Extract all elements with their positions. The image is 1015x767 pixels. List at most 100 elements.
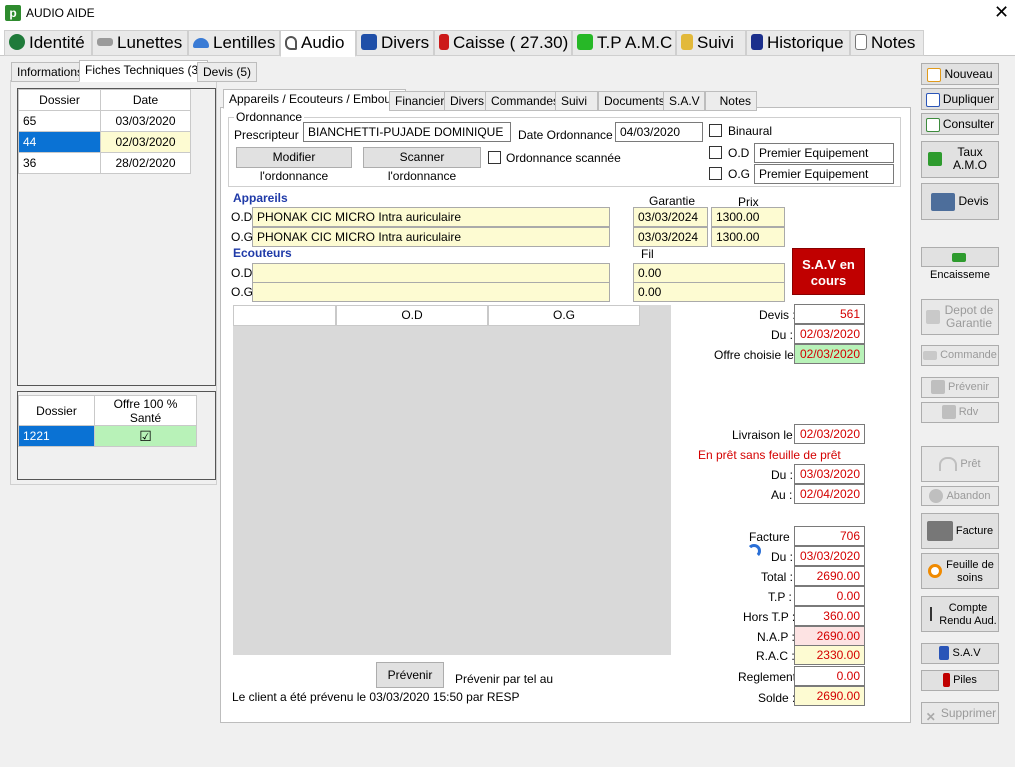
rac-field[interactable]: 2330.00: [794, 645, 865, 665]
prix-og-field[interactable]: 1300.00: [711, 227, 785, 247]
du-field[interactable]: 02/03/2020: [794, 324, 865, 344]
prevenir-button[interactable]: Prévenir: [376, 662, 444, 688]
tab-suivi-inner[interactable]: Suivi: [555, 91, 598, 111]
col-dossier[interactable]: Dossier: [18, 395, 95, 426]
prescripteur-field[interactable]: BIANCHETTI-PUJADE DOMINIQUE: [303, 122, 511, 142]
og-equipement-field[interactable]: Premier Equipement: [754, 164, 894, 184]
taux-amo-button[interactable]: Taux A.M.O: [921, 141, 999, 178]
pret-au-field[interactable]: 02/04/2020: [794, 484, 865, 504]
col-od-header[interactable]: O.D: [336, 305, 488, 326]
tab-sav[interactable]: S.A.V: [663, 91, 705, 111]
tab-appareils[interactable]: Appareils / Ecouteurs / Embouts: [223, 89, 407, 109]
offre-checkbox[interactable]: ☑: [94, 425, 197, 447]
date-ordonnance-field[interactable]: 04/03/2020: [615, 122, 703, 142]
tab-lunettes[interactable]: Lunettes: [92, 30, 188, 56]
date-cell[interactable]: 03/03/2020: [100, 110, 191, 132]
tab-notes-inner[interactable]: Notes: [705, 91, 757, 111]
piles-button[interactable]: Piles: [921, 670, 999, 691]
dossier-cell[interactable]: 1221: [18, 425, 95, 447]
tab-notes[interactable]: Notes: [850, 30, 924, 56]
abandon-button[interactable]: Abandon: [921, 486, 999, 506]
prevenir-side-button[interactable]: Prévenir: [921, 377, 999, 398]
tab-suivi[interactable]: Suivi: [676, 30, 746, 56]
consulter-button[interactable]: Consulter: [921, 113, 999, 135]
tab-fiches-techniques[interactable]: Fiches Techniques (3): [79, 60, 209, 82]
tab-identite[interactable]: Identité: [4, 30, 92, 56]
tab-divers-inner[interactable]: Divers: [444, 91, 491, 111]
offre-choisie-field[interactable]: 02/03/2020: [794, 344, 865, 364]
reglements-field[interactable]: 0.00: [794, 666, 865, 686]
tab-historique[interactable]: Historique: [746, 30, 850, 56]
pret-du-field[interactable]: 03/03/2020: [794, 464, 865, 484]
og-label: O.G: [728, 167, 751, 181]
tab-label: Suivi: [697, 33, 734, 52]
facture-du-field[interactable]: 03/03/2020: [794, 546, 865, 566]
facture-button[interactable]: Facture: [921, 513, 999, 549]
binaural-checkbox[interactable]: [709, 124, 722, 137]
garantie-od-field[interactable]: 03/03/2024: [633, 207, 708, 227]
tab-label: Caisse ( 27.30): [453, 33, 569, 52]
tab-informations[interactable]: Informations: [11, 62, 90, 82]
scanner-ordonnance-button[interactable]: Scanner l'ordonnance: [363, 147, 481, 183]
tab-audio[interactable]: Audio: [280, 30, 356, 57]
appareil-od-field[interactable]: PHONAK CIC MICRO Intra auriculaire: [252, 207, 610, 227]
nouveau-button[interactable]: Nouveau: [921, 63, 999, 85]
hors-tp-field[interactable]: 360.00: [794, 606, 865, 626]
tab-devis[interactable]: Devis (5): [197, 62, 258, 82]
tab-lentilles[interactable]: Lentilles: [188, 30, 280, 56]
nap-field[interactable]: 2690.00: [794, 626, 865, 646]
ecouteur-og-field[interactable]: [252, 282, 610, 302]
col-og-header[interactable]: O.G: [488, 305, 640, 326]
date-cell[interactable]: 02/03/2020: [100, 131, 191, 153]
date-cell[interactable]: 28/02/2020: [100, 152, 191, 174]
supprimer-button[interactable]: ✕ Supprimer: [921, 702, 999, 724]
pret-button[interactable]: Prêt: [921, 446, 999, 482]
fil-od-field[interactable]: 0.00: [633, 263, 785, 283]
tab-tp-amc[interactable]: T.P A.M.C: [572, 30, 676, 56]
dossier-cell[interactable]: 36: [18, 152, 101, 174]
rdv-button[interactable]: Rdv: [921, 402, 999, 423]
depot-garantie-button[interactable]: Depot de Garantie: [921, 299, 999, 335]
commande-button[interactable]: Commande: [921, 345, 999, 366]
refresh-icon[interactable]: [747, 544, 761, 558]
table-row[interactable]: 65 03/03/2020: [18, 110, 191, 132]
dossier-cell[interactable]: 44: [18, 131, 101, 153]
compte-rendu-button[interactable]: Compte Rendu Aud.: [921, 596, 999, 632]
tab-caisse[interactable]: Caisse ( 27.30): [434, 30, 572, 56]
tab-financier[interactable]: Financier: [389, 91, 451, 111]
devis-field[interactable]: 561: [794, 304, 865, 324]
encaissement-button[interactable]: Encaisseme: [921, 247, 999, 281]
devis-button[interactable]: Devis: [921, 183, 999, 220]
facture-field[interactable]: 706: [794, 526, 865, 546]
od-checkbox[interactable]: [709, 146, 722, 159]
close-icon[interactable]: ✕: [994, 2, 1009, 22]
sav-en-cours-badge[interactable]: S.A.V en cours: [792, 248, 865, 295]
feuille-soins-button[interactable]: Feuille de soins: [921, 553, 999, 589]
ordonnance-scannee-checkbox[interactable]: [488, 151, 501, 164]
fil-og-field[interactable]: 0.00: [633, 282, 785, 302]
table-row[interactable]: 36 28/02/2020: [18, 152, 191, 174]
dupliquer-button[interactable]: Dupliquer: [921, 88, 999, 110]
col-date[interactable]: Date: [100, 89, 191, 111]
modifier-ordonnance-button[interactable]: Modifier l'ordonnance: [236, 147, 352, 183]
col-dossier[interactable]: Dossier: [18, 89, 101, 111]
og-checkbox[interactable]: [709, 167, 722, 180]
tp-field[interactable]: 0.00: [794, 586, 865, 606]
prix-od-field[interactable]: 1300.00: [711, 207, 785, 227]
table-row[interactable]: 1221 ☑: [18, 425, 197, 447]
od-equipement-field[interactable]: Premier Equipement: [754, 143, 894, 163]
tab-documents[interactable]: Documents: [598, 91, 671, 111]
tab-divers[interactable]: Divers: [356, 30, 434, 56]
ecouteur-od-field[interactable]: [252, 263, 610, 283]
tab-commandes[interactable]: Commandes: [485, 91, 566, 111]
total-field[interactable]: 2690.00: [794, 566, 865, 586]
table-row[interactable]: 44 02/03/2020: [18, 131, 191, 153]
solde-field[interactable]: 2690.00: [794, 686, 865, 706]
dossier-cell[interactable]: 65: [18, 110, 101, 132]
col-offre-sante[interactable]: Offre 100 % Santé: [94, 395, 197, 426]
garantie-og-field[interactable]: 03/03/2024: [633, 227, 708, 247]
livraison-field[interactable]: 02/03/2020: [794, 424, 865, 444]
appareil-og-field[interactable]: PHONAK CIC MICRO Intra auriculaire: [252, 227, 610, 247]
rac-label: R.A.C :: [756, 649, 795, 663]
sav-button[interactable]: S.A.V: [921, 643, 999, 664]
